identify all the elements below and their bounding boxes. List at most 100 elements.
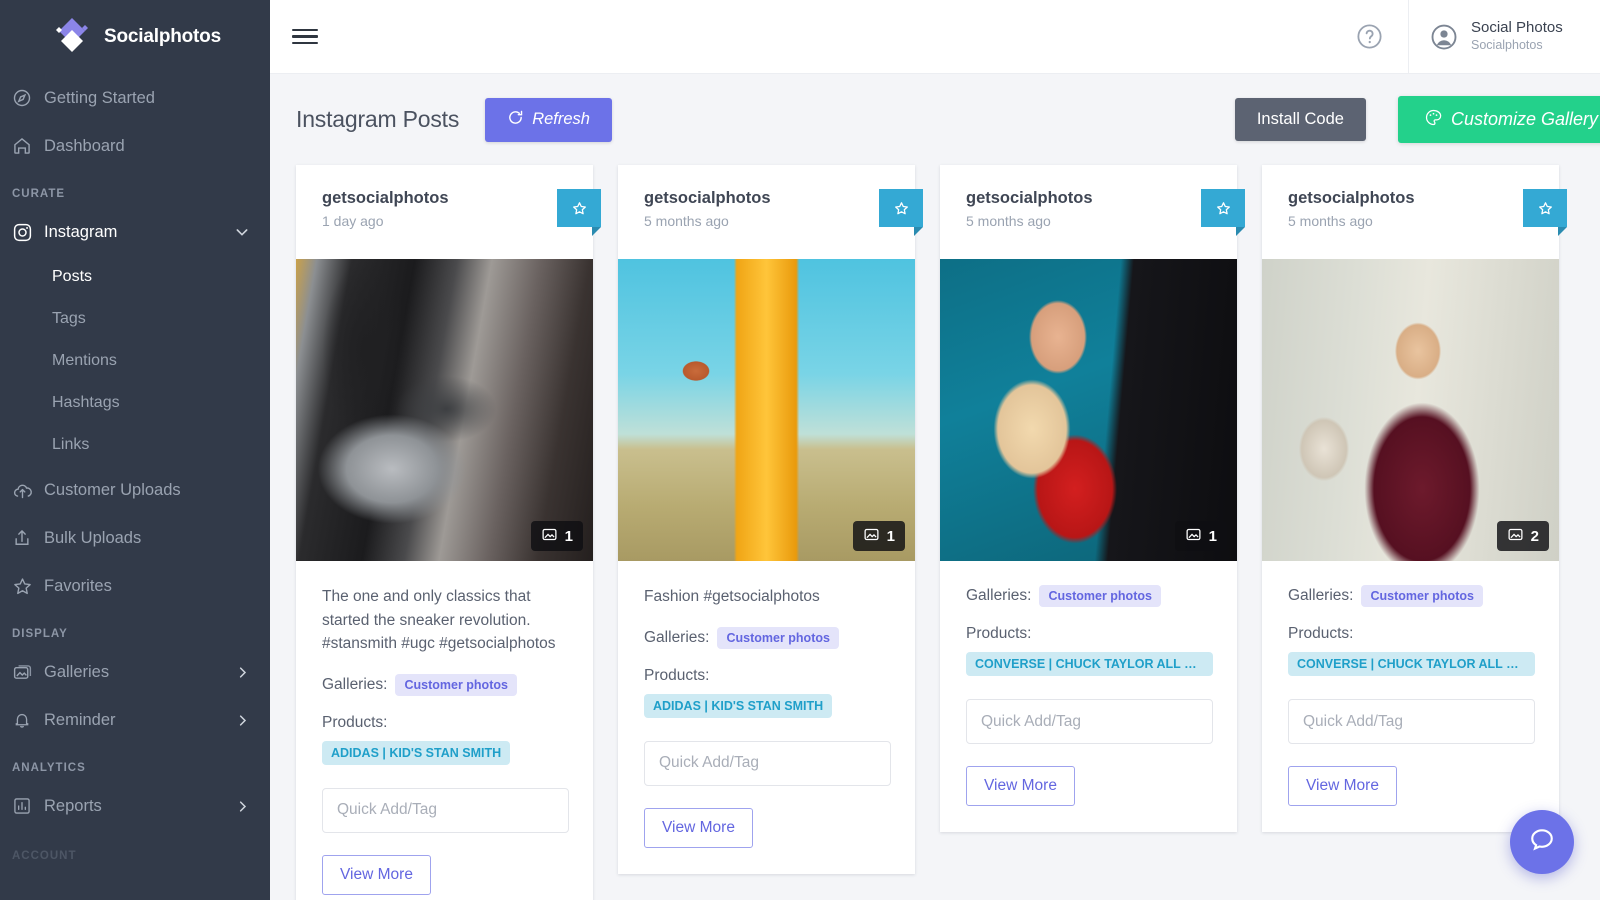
sidebar-item-label: Bulk Uploads bbox=[44, 529, 250, 548]
galleries-label: Galleries: bbox=[966, 587, 1031, 605]
gallery-chip[interactable]: Customer photos bbox=[395, 674, 516, 696]
cloud-upload-icon bbox=[12, 480, 44, 501]
home-icon bbox=[12, 136, 44, 156]
gallery-chip[interactable]: Customer photos bbox=[1039, 585, 1160, 607]
galleries-label: Galleries: bbox=[1288, 587, 1353, 605]
sidebar-item-bulk-uploads[interactable]: Bulk Uploads bbox=[0, 514, 270, 562]
products-row: Products: CONVERSE | CHUCK TAYLOR ALL ST… bbox=[966, 625, 1213, 681]
post-card: getsocialphotos 1 day ago bbox=[296, 165, 593, 900]
sidebar-item-getting-started[interactable]: Getting Started bbox=[0, 74, 270, 122]
sidebar-item-favorites[interactable]: Favorites bbox=[0, 562, 270, 610]
photo-count-value: 1 bbox=[565, 528, 573, 545]
sidebar-item-label: Customer Uploads bbox=[44, 481, 250, 500]
post-card: getsocialphotos 5 months ago bbox=[940, 165, 1237, 832]
quick-add-tag-input[interactable] bbox=[644, 741, 891, 786]
card-body: The one and only classics that started t… bbox=[296, 561, 593, 900]
quick-add-tag-input[interactable] bbox=[322, 788, 569, 833]
view-more-button[interactable]: View More bbox=[966, 766, 1075, 806]
star-icon bbox=[571, 200, 588, 217]
sidebar-item-mentions[interactable]: Mentions bbox=[0, 340, 270, 382]
card-header: getsocialphotos 5 months ago bbox=[940, 165, 1237, 259]
sidebar-item-reminder[interactable]: Reminder bbox=[0, 696, 270, 744]
card-body: Galleries: Customer photos Products: CON… bbox=[940, 561, 1237, 832]
post-username: getsocialphotos bbox=[966, 189, 1215, 208]
post-username: getsocialphotos bbox=[644, 189, 893, 208]
card-body: Galleries: Customer photos Products: CON… bbox=[1262, 561, 1559, 832]
photo-count-value: 1 bbox=[1209, 528, 1217, 545]
product-chip[interactable]: CONVERSE | CHUCK TAYLOR ALL STA… bbox=[1288, 652, 1535, 676]
post-photo[interactable]: 1 bbox=[618, 259, 915, 561]
sidebar-section-account: ACCOUNT bbox=[0, 850, 270, 862]
galleries-row: Galleries: Customer photos bbox=[322, 674, 569, 696]
card-header: getsocialphotos 5 months ago bbox=[1262, 165, 1559, 259]
brand-logo[interactable]: Socialphotos bbox=[0, 0, 270, 74]
images-icon bbox=[12, 662, 44, 683]
chevron-right-icon bbox=[235, 665, 250, 680]
main-content: Social Photos Socialphotos Instagram Pos… bbox=[270, 0, 1600, 900]
refresh-label: Refresh bbox=[532, 110, 590, 129]
view-more-button[interactable]: View More bbox=[322, 855, 431, 895]
sidebar-item-reports[interactable]: Reports bbox=[0, 782, 270, 830]
products-label: Products: bbox=[1288, 625, 1353, 642]
post-photo[interactable]: 2 bbox=[1262, 259, 1559, 561]
post-photo[interactable]: 1 bbox=[296, 259, 593, 561]
galleries-row: Galleries: Customer photos bbox=[966, 585, 1213, 607]
sidebar-section-curate: CURATE bbox=[0, 188, 270, 200]
products-row: Products: CONVERSE | CHUCK TAYLOR ALL ST… bbox=[1288, 625, 1535, 681]
account-menu[interactable]: Social Photos Socialphotos bbox=[1408, 0, 1600, 74]
photo-detail-subject bbox=[1262, 259, 1559, 561]
post-photo[interactable]: 1 bbox=[940, 259, 1237, 561]
quick-add-tag-input[interactable] bbox=[1288, 699, 1535, 744]
sidebar-item-dashboard[interactable]: Dashboard bbox=[0, 122, 270, 170]
product-chip[interactable]: ADIDAS | KID'S STAN SMITH bbox=[322, 741, 510, 765]
photo-count-badge: 1 bbox=[531, 521, 583, 551]
sidebar-item-posts[interactable]: Posts bbox=[0, 256, 270, 298]
sidebar-item-customer-uploads[interactable]: Customer Uploads bbox=[0, 466, 270, 514]
hamburger-icon[interactable] bbox=[292, 25, 318, 49]
card-header: getsocialphotos 1 day ago bbox=[296, 165, 593, 259]
quick-add-tag-input[interactable] bbox=[966, 699, 1213, 744]
install-code-button[interactable]: Install Code bbox=[1235, 98, 1366, 141]
photo-count-value: 1 bbox=[887, 528, 895, 545]
sidebar-item-links[interactable]: Links bbox=[0, 424, 270, 466]
favorite-button[interactable] bbox=[1523, 189, 1567, 227]
question-circle-icon[interactable] bbox=[1355, 22, 1384, 51]
sidebar-item-hashtags[interactable]: Hashtags bbox=[0, 382, 270, 424]
chevron-down-icon bbox=[234, 224, 250, 240]
sidebar-item-label: Favorites bbox=[44, 577, 250, 596]
products-label: Products: bbox=[966, 625, 1031, 642]
post-timestamp: 5 months ago bbox=[644, 213, 893, 229]
sidebar-item-instagram[interactable]: Instagram bbox=[0, 208, 270, 256]
customize-gallery-button[interactable]: Customize Gallery bbox=[1398, 96, 1600, 143]
view-more-button[interactable]: View More bbox=[1288, 766, 1397, 806]
product-chip[interactable]: ADIDAS | KID'S STAN SMITH bbox=[644, 694, 832, 718]
view-more-button[interactable]: View More bbox=[644, 808, 753, 848]
gallery-chip[interactable]: Customer photos bbox=[717, 627, 838, 649]
app-root: Socialphotos Getting Started Dashboard C… bbox=[0, 0, 1600, 900]
brand-name: Socialphotos bbox=[104, 26, 221, 48]
image-icon bbox=[1507, 526, 1524, 547]
bar-chart-icon bbox=[12, 796, 44, 816]
sidebar-item-label: Instagram bbox=[44, 223, 234, 242]
galleries-row: Galleries: Customer photos bbox=[1288, 585, 1535, 607]
sidebar-item-label: Dashboard bbox=[44, 137, 250, 156]
post-username: getsocialphotos bbox=[322, 189, 571, 208]
sidebar-item-galleries[interactable]: Galleries bbox=[0, 648, 270, 696]
help-chat-button[interactable] bbox=[1510, 810, 1574, 874]
product-chip[interactable]: CONVERSE | CHUCK TAYLOR ALL STA… bbox=[966, 652, 1213, 676]
sidebar-item-tags[interactable]: Tags bbox=[0, 298, 270, 340]
favorite-button[interactable] bbox=[557, 189, 601, 227]
compass-icon bbox=[12, 88, 44, 108]
photo-count-badge: 2 bbox=[1497, 521, 1549, 551]
image-icon bbox=[1185, 526, 1202, 547]
chat-bubble-icon bbox=[1527, 825, 1557, 860]
favorite-button[interactable] bbox=[1201, 189, 1245, 227]
page-title: Instagram Posts bbox=[296, 106, 459, 133]
photo-count-value: 2 bbox=[1531, 528, 1539, 545]
image-icon bbox=[541, 526, 558, 547]
gallery-chip[interactable]: Customer photos bbox=[1361, 585, 1482, 607]
favorite-button[interactable] bbox=[879, 189, 923, 227]
refresh-icon bbox=[507, 109, 524, 131]
install-code-label: Install Code bbox=[1257, 110, 1344, 129]
refresh-button[interactable]: Refresh bbox=[485, 98, 612, 142]
